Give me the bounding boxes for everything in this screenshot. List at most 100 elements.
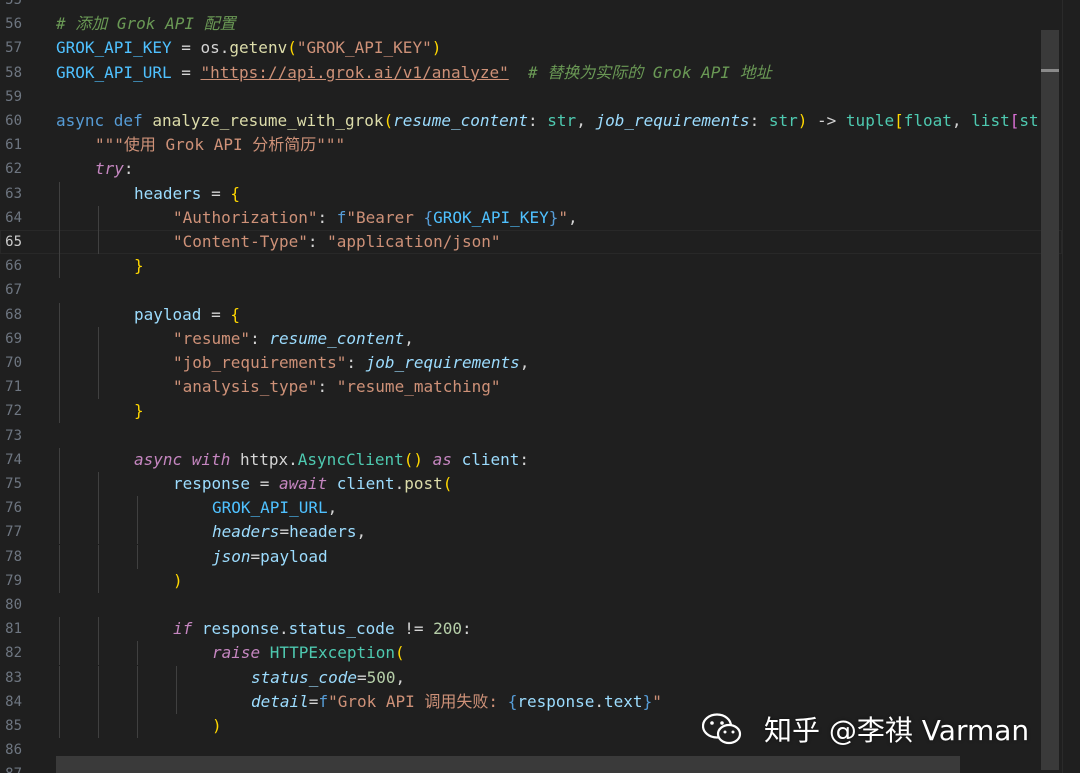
code-token: 200: [433, 619, 463, 639]
indent-guide: [98, 205, 99, 230]
indent-guide: [59, 520, 60, 545]
code-token: getenv: [229, 38, 288, 58]
indent-guide: [98, 641, 99, 666]
indent-guide: [176, 689, 177, 714]
code-token: =: [308, 691, 319, 711]
indent-guide: [137, 496, 138, 521]
code-token: tuple: [845, 111, 895, 130]
indent-guide: [98, 520, 99, 545]
line-number: 57: [5, 40, 22, 57]
vertical-scrollbar-thumb[interactable]: [1041, 30, 1059, 770]
code-line[interactable]: 55: [0, 0, 1060, 12]
code-line[interactable]: 70 "job_requirements": job_requirements,: [0, 351, 1060, 375]
code-token: :: [749, 111, 769, 130]
code-text: GROK_API_URL,: [212, 496, 337, 520]
horizontal-scrollbar-thumb[interactable]: [56, 756, 960, 773]
code-token: GROK_API_KEY: [56, 38, 172, 58]
code-line[interactable]: 83 status_code=500,: [0, 665, 1060, 690]
code-text: GROK_API_URL = "https://api.grok.ai/v1/a…: [56, 61, 772, 85]
code-token: (: [287, 38, 297, 58]
code-line[interactable]: 65 "Content-Type": "application/json": [0, 230, 1060, 254]
code-text: raise HTTPException(: [212, 641, 405, 665]
code-token: "Bearer: [346, 207, 424, 227]
indent-guide: [98, 714, 99, 738]
line-number: 86: [5, 742, 22, 759]
code-text: headers = {: [134, 182, 240, 206]
code-token: :: [519, 449, 529, 469]
code-token: list: [971, 111, 1010, 130]
code-token: ,: [327, 498, 338, 518]
code-text: "job_requirements": job_requirements,: [173, 351, 529, 375]
code-line[interactable]: 78 json=payload: [0, 544, 1060, 569]
code-token: {: [230, 304, 240, 324]
code-token: ): [413, 449, 424, 469]
code-line[interactable]: 64 "Authorization": f"Bearer {GROK_API_KE…: [0, 205, 1060, 230]
code-text: "Authorization": f"Bearer {GROK_API_KEY}…: [173, 206, 578, 230]
code-token: """使用 Grok API 分析简历""": [95, 135, 346, 155]
code-token: :: [123, 159, 134, 179]
code-text: """使用 Grok API 分析简历""": [95, 133, 345, 157]
code-token: }: [548, 207, 559, 227]
code-line[interactable]: 62 try:: [0, 157, 1060, 181]
indent-guide: [59, 544, 60, 569]
code-line[interactable]: 76 GROK_API_URL,: [0, 496, 1060, 521]
code-text: async def analyze_resume_with_grok(resum…: [56, 109, 1048, 133]
line-number: 69: [5, 330, 22, 347]
code-token: =: [201, 304, 231, 324]
code-line[interactable]: 80: [0, 593, 1060, 617]
indent-guide: [59, 617, 60, 642]
code-line[interactable]: 56 # 添加 Grok API 配置: [0, 12, 1060, 36]
code-token: HTTPException: [269, 643, 396, 663]
code-line[interactable]: 71 "analysis_type": "resume_matching": [0, 375, 1060, 400]
code-line[interactable]: 57 GROK_API_KEY = os.getenv("GROK_API_KEY…: [0, 36, 1060, 60]
code-line[interactable]: 66}: [0, 254, 1060, 279]
code-line[interactable]: 82 raise HTTPException(: [0, 641, 1060, 666]
indent-guide: [137, 665, 138, 690]
code-line[interactable]: 69 "resume": resume_content,: [0, 326, 1060, 351]
code-line[interactable]: 59: [0, 85, 1060, 109]
code-text: GROK_API_KEY = os.getenv("GROK_API_KEY"): [56, 36, 441, 60]
code-line[interactable]: 79): [0, 568, 1060, 593]
line-number: 73: [5, 427, 22, 444]
code-text: "analysis_type": "resume_matching": [173, 375, 501, 399]
code-line[interactable]: 72}: [0, 399, 1060, 424]
code-token: :: [346, 353, 366, 372]
code-line[interactable]: 77 headers=headers,: [0, 520, 1060, 545]
code-token: text: [604, 691, 643, 711]
code-token: ,: [567, 207, 578, 227]
indent-guide: [98, 472, 99, 496]
indent-guide: [137, 544, 138, 569]
line-number: 83: [5, 669, 22, 686]
code-token: "resume_matching": [336, 377, 501, 397]
line-number: 68: [5, 306, 22, 323]
code-line[interactable]: 81 if response.status_code != 200:: [0, 617, 1060, 642]
code-line[interactable]: 75 response = await client.post(: [0, 472, 1060, 496]
code-text: response = await client.post(: [173, 472, 452, 496]
code-line[interactable]: 67: [0, 278, 1060, 302]
indent-guide: [59, 181, 60, 206]
code-token: 500: [366, 667, 396, 687]
indent-guide: [59, 665, 60, 690]
code-line[interactable]: 73: [0, 424, 1060, 448]
code-line[interactable]: 68 payload = {: [0, 302, 1060, 327]
line-number: 67: [5, 282, 22, 299]
code-token: {: [423, 207, 434, 227]
indent-guide: [59, 689, 60, 714]
code-line[interactable]: 60 async def analyze_resume_with_grok(res…: [0, 109, 1060, 133]
code-line[interactable]: 74 async with httpx.AsyncClient() as clie…: [0, 447, 1060, 472]
indent-guide: [98, 496, 99, 521]
code-token: :: [250, 328, 270, 348]
line-number: 81: [5, 621, 22, 638]
code-line[interactable]: 58 GROK_API_URL = "https://api.grok.ai/v1…: [0, 61, 1060, 85]
code-token: {: [230, 183, 240, 203]
code-token: "analysis_type": [173, 377, 318, 397]
code-line[interactable]: 63 headers = {: [0, 181, 1060, 206]
code-editor[interactable]: 55 56 # 添加 Grok API 配置 57 GROK_API_KEY = os.…: [0, 0, 1080, 773]
code-line[interactable]: 61 """使用 Grok API 分析简历""": [0, 133, 1060, 157]
code-token: # 添加 Grok API 配置: [56, 14, 236, 34]
vertical-scrollbar-track[interactable]: [1062, 0, 1080, 773]
indent-guide: [98, 689, 99, 714]
code-token: GROK_API_URL: [212, 498, 328, 518]
code-token: ): [431, 38, 442, 58]
code-token: (: [383, 111, 394, 130]
